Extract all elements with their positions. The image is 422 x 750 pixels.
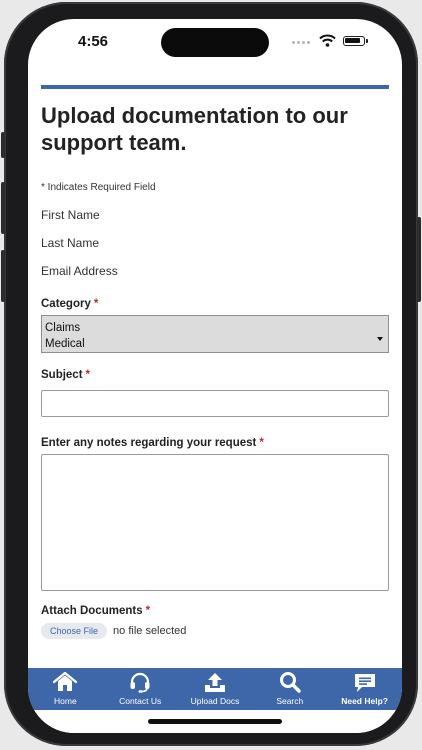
category-select[interactable]: Claims Medical: [41, 315, 389, 353]
subject-label-text: Subject: [41, 369, 83, 381]
tab-search-label: Search: [276, 696, 304, 706]
attach-field-label: Attach Documents *: [41, 604, 389, 618]
notes-textarea[interactable]: [41, 454, 389, 591]
file-picker: Choose File no file selected: [41, 622, 389, 640]
first-name-label: First Name: [41, 208, 100, 222]
dropdown-caret-icon: [377, 337, 383, 341]
email-address-label: Email Address: [41, 264, 118, 278]
category-label-text: Category: [41, 298, 91, 310]
status-time: 4:56: [78, 33, 109, 50]
dynamic-island: [161, 28, 269, 57]
tab-upload-docs[interactable]: Upload Docs: [178, 668, 253, 710]
required-asterisk: *: [85, 369, 91, 381]
tab-contact-us[interactable]: Contact Us: [103, 668, 178, 710]
tab-home[interactable]: Home: [28, 668, 103, 710]
headset-icon: [103, 671, 178, 693]
tab-need-help-label: Need Help?: [341, 696, 388, 706]
attach-label-text: Attach Documents: [41, 605, 143, 617]
category-selected-line1: Claims: [45, 322, 81, 334]
search-icon: [252, 671, 327, 693]
volume-up-button: [1, 182, 5, 234]
required-asterisk: *: [145, 605, 151, 617]
tab-need-help[interactable]: Need Help?: [327, 668, 402, 710]
choose-file-button[interactable]: Choose File: [41, 623, 108, 639]
bottom-tab-bar: Home Contact Us Upload Docs Search Need …: [28, 668, 402, 710]
last-name-label: Last Name: [41, 236, 100, 250]
battery-icon: [343, 36, 368, 46]
tab-search[interactable]: Search: [252, 668, 327, 710]
status-bar: 4:56: [28, 19, 402, 67]
home-indicator-area: [28, 710, 402, 733]
upload-form: Upload documentation to our support team…: [41, 85, 389, 640]
power-button: [417, 217, 421, 302]
tab-upload-docs-label: Upload Docs: [190, 696, 240, 706]
file-status-text: no file selected: [113, 625, 187, 637]
wifi-icon: [319, 34, 336, 52]
chat-icon: [327, 671, 402, 693]
tab-contact-us-label: Contact Us: [119, 696, 162, 706]
subject-input[interactable]: [41, 390, 389, 417]
header-rule: [41, 85, 389, 89]
tab-home-label: Home: [54, 696, 77, 706]
upload-icon: [178, 671, 253, 693]
notes-field-label: Enter any notes regarding your request *: [41, 436, 389, 450]
page-title: Upload documentation to our support team…: [41, 103, 348, 155]
notes-label-text: Enter any notes regarding your request: [41, 437, 257, 449]
volume-down-button: [1, 250, 5, 302]
screen: 4:56 Upload documentation to our support…: [28, 19, 402, 733]
home-icon: [28, 671, 103, 693]
phone-frame: 4:56 Upload documentation to our support…: [1, 2, 421, 746]
required-asterisk: *: [93, 298, 99, 310]
category-selected-line2: Medical: [45, 338, 85, 350]
cellular-signal-icon: [292, 41, 310, 44]
subject-field-label: Subject *: [41, 368, 389, 382]
category-field-label: Category *: [41, 297, 389, 311]
required-asterisk: *: [259, 437, 264, 449]
home-indicator: [148, 719, 282, 724]
silent-switch: [1, 132, 5, 158]
required-field-note: * Indicates Required Field: [41, 182, 156, 193]
